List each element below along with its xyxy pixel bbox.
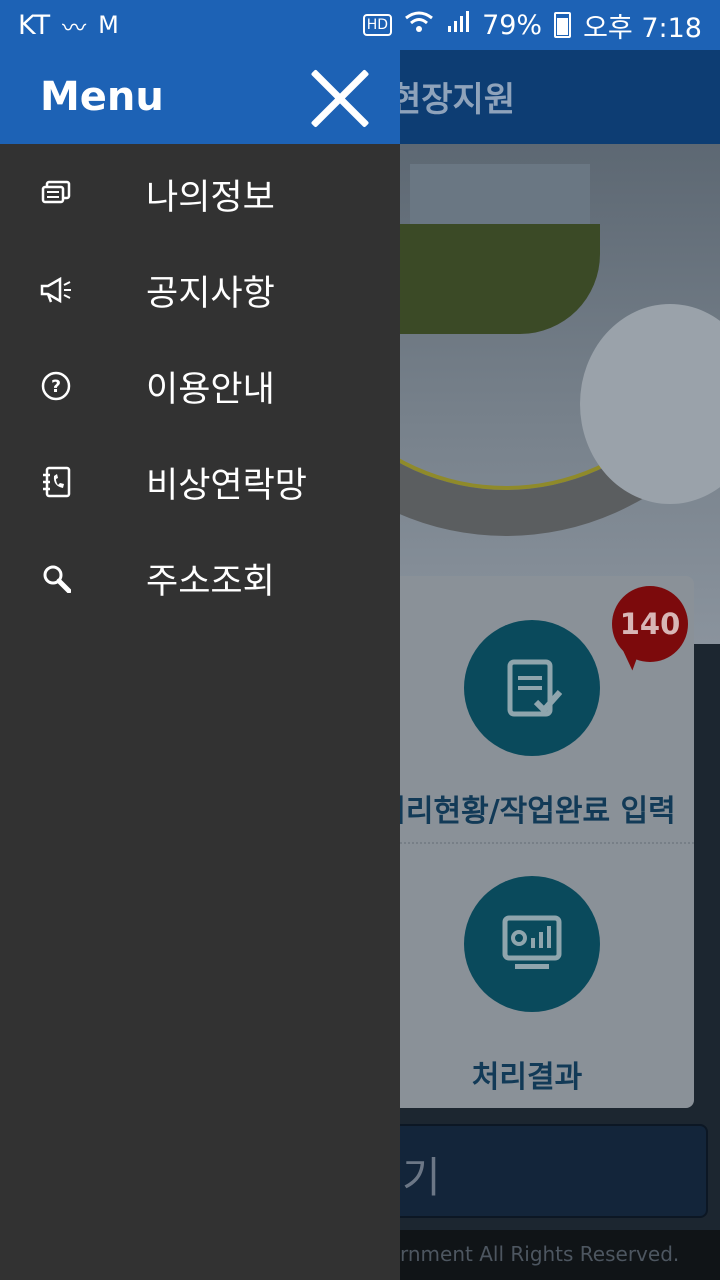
chat-icon bbox=[40, 178, 72, 210]
menu-item-label: 공지사항 bbox=[146, 273, 275, 314]
close-icon[interactable] bbox=[306, 64, 374, 132]
drawer-header: Menu bbox=[0, 50, 400, 144]
menu-item-label: 나의정보 bbox=[146, 177, 275, 218]
monitor-chart-icon[interactable] bbox=[464, 876, 600, 1012]
wifi-icon bbox=[404, 10, 434, 40]
menu-item-notice[interactable]: 공지사항 bbox=[0, 242, 400, 338]
process-result-button[interactable]: 처리결과 bbox=[360, 1052, 694, 1096]
svg-text:?: ? bbox=[51, 377, 61, 397]
drawer-title: Menu bbox=[40, 74, 164, 120]
carrier-label: KT bbox=[18, 9, 51, 41]
menu-item-emergency-contacts[interactable]: 비상연락망 bbox=[0, 434, 400, 530]
menu-item-label: 비상연락망 bbox=[146, 465, 308, 506]
search-icon bbox=[40, 562, 72, 594]
menu-item-address-lookup[interactable]: 주소조회 bbox=[0, 530, 400, 626]
process-status-button[interactable]: 처리현황/작업완료 입력 bbox=[360, 786, 694, 830]
status-bar: KT 〰 M HD 79% 오후 7:18 bbox=[0, 0, 720, 50]
menu-item-label: 이용안내 bbox=[146, 369, 275, 410]
help-icon: ? bbox=[40, 370, 72, 402]
menu-item-my-info[interactable]: 나의정보 bbox=[0, 146, 400, 242]
clock: 오후 7:18 bbox=[583, 12, 702, 44]
navigation-drawer: Menu 나의정보 공지사항 ? 이용안내 비상연락망 주소조회 bbox=[0, 50, 400, 1280]
phonebook-icon bbox=[40, 466, 72, 498]
signal-icon bbox=[446, 10, 470, 40]
battery-icon bbox=[554, 12, 572, 38]
menu-item-guide[interactable]: ? 이용안내 bbox=[0, 338, 400, 434]
megaphone-icon bbox=[40, 274, 72, 306]
app-title: 현장지원 bbox=[390, 80, 516, 120]
activity-icon: 〰 bbox=[62, 13, 87, 42]
copyright-text: rnment All Rights Reserved. bbox=[400, 1242, 680, 1266]
count-badge: 140 bbox=[612, 586, 688, 662]
clipboard-check-icon[interactable] bbox=[464, 620, 600, 756]
battery-percent: 79% bbox=[482, 9, 543, 41]
bottom-button-label: 기 bbox=[402, 1153, 441, 1202]
mail-icon: M bbox=[98, 11, 119, 39]
hd-voice-icon: HD bbox=[362, 14, 393, 36]
menu-item-label: 주소조회 bbox=[146, 561, 275, 602]
